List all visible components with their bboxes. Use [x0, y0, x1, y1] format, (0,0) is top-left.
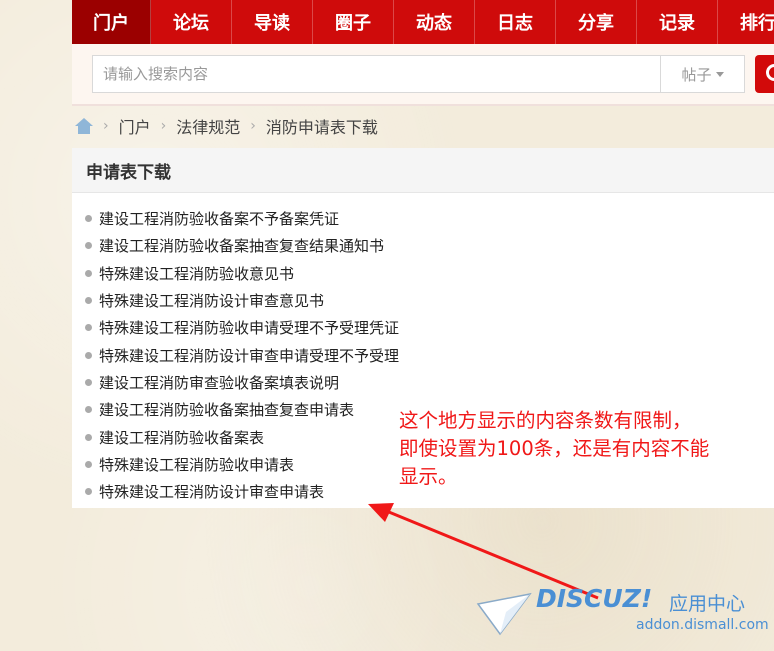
- watermark-logo: DISCUZ!: [536, 584, 653, 613]
- watermark-url: addon.dismall.com: [636, 617, 769, 633]
- annotation-arrow: [368, 503, 599, 600]
- watermark: DISCUZ! 应用中心 addon.dismall.com: [476, 584, 774, 651]
- paper-plane-icon: [476, 592, 532, 636]
- watermark-app-label: 应用中心: [669, 593, 746, 615]
